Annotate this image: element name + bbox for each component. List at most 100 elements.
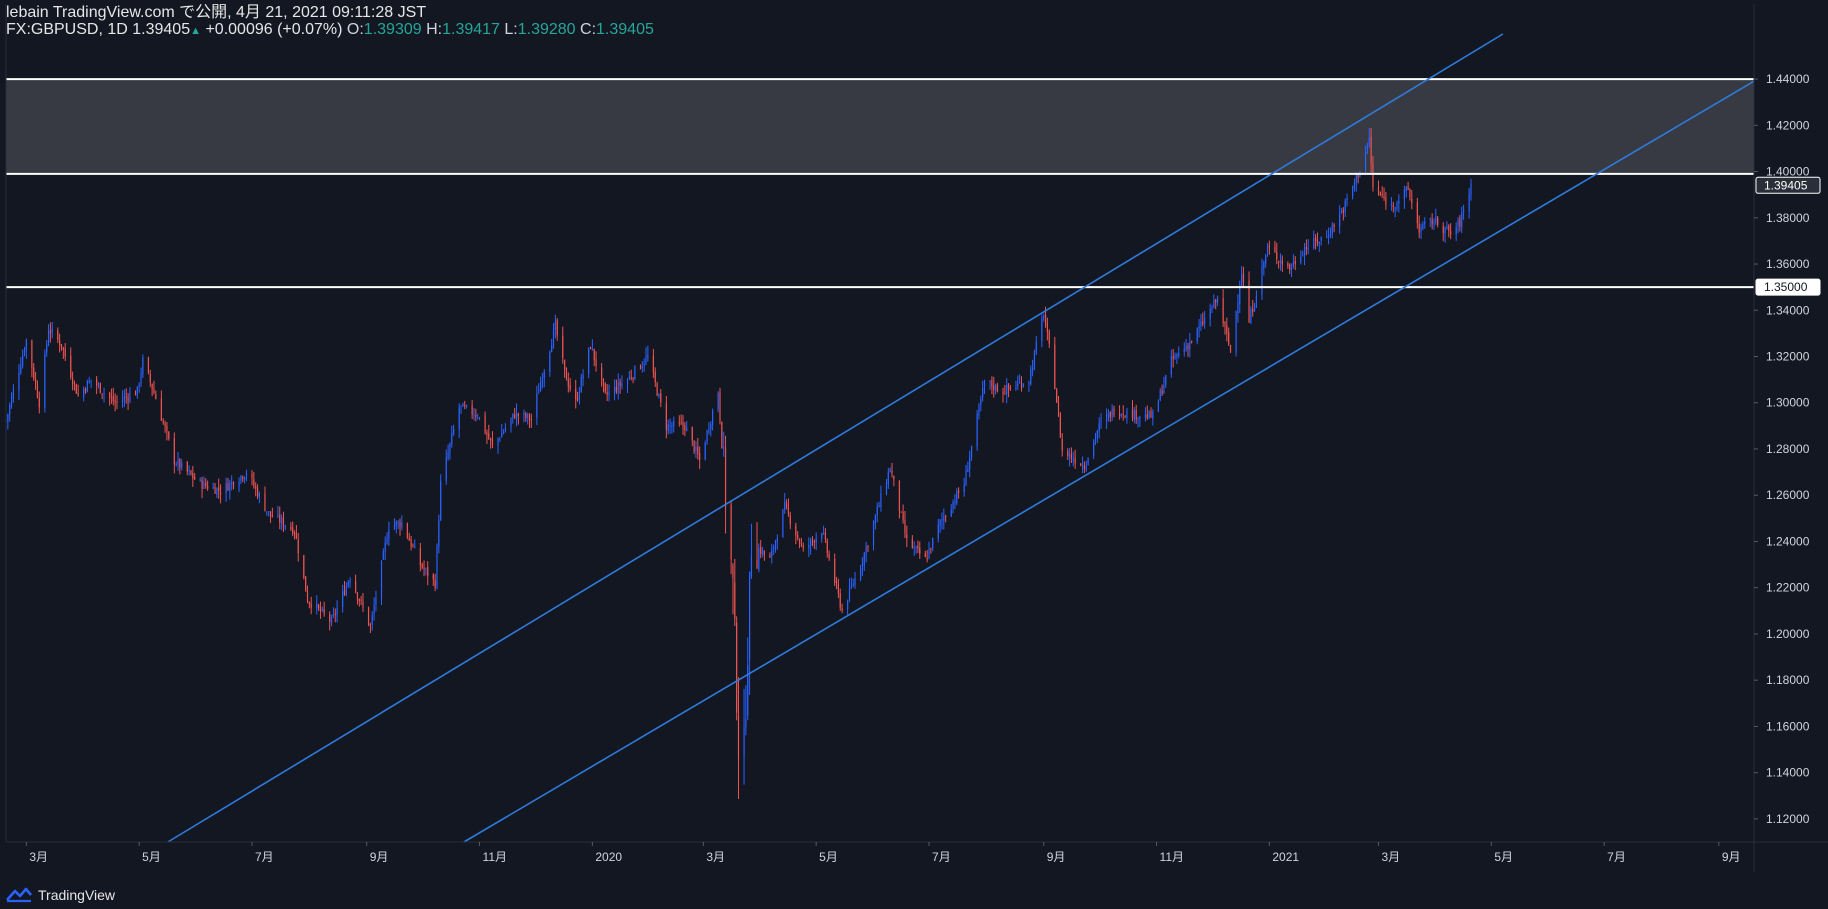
candle [225,477,227,502]
candle-body [142,357,144,375]
candle-body [656,383,658,396]
candle [336,600,338,623]
candle [837,578,839,598]
candle-body [149,373,151,383]
candle [954,494,956,509]
y-tick-label: 1.24000 [1766,534,1810,548]
candle-body [386,539,388,544]
candle-body [658,394,660,397]
candle [641,361,643,373]
candle [671,421,673,434]
candle [1226,317,1228,342]
candle [232,481,235,490]
x-tick-label: 3月 [29,850,48,864]
candle [1131,400,1134,422]
candle [268,511,270,517]
candle-body [451,433,453,444]
candle [1165,374,1167,388]
candle [878,501,880,508]
candle-body [297,539,299,554]
candle-body [77,392,79,396]
candle-body [1096,430,1098,438]
candle [1224,321,1226,335]
candle [1209,303,1211,327]
candle [1276,242,1278,265]
candle-body [1139,416,1141,419]
candle [199,477,201,482]
candle-body [945,516,947,518]
candle [110,388,113,404]
candle-body [231,481,233,484]
candle [1098,417,1100,439]
candle [1144,407,1147,422]
candle-body [153,389,155,394]
candle-body [1263,262,1265,269]
candle [667,419,669,435]
candle-body [915,546,917,548]
candle [1163,376,1165,394]
candle-body [1183,348,1185,353]
candle [1229,344,1232,354]
candle [22,349,24,369]
candle-body [1329,234,1332,236]
candle [305,576,307,592]
candle-body [1085,465,1087,470]
candle [1126,407,1128,424]
candle-body [667,424,669,432]
candle-body [162,421,164,423]
candle-body [192,472,194,479]
candle-body [565,368,568,381]
candle-body [497,438,499,446]
candle-body [34,379,37,384]
candle [151,383,153,397]
candle-body [136,386,138,396]
candle [229,479,231,500]
candle-body [852,584,854,586]
candle-body [1002,391,1004,394]
candle [1435,208,1437,226]
candle-body [355,581,357,592]
candle [432,573,434,586]
candle-body [1403,189,1405,200]
candle [219,484,222,504]
candle [680,414,682,426]
candle-body [606,392,608,395]
candle-body [323,609,325,614]
candle-body [1274,246,1276,253]
candle-body [1383,196,1385,199]
candle-body [626,379,629,386]
candle-body [1019,382,1021,384]
candle-body [1224,321,1226,326]
candle-body [1200,321,1202,326]
candle-body [1109,411,1111,418]
candle [582,369,584,387]
candle [1461,206,1463,234]
candle-body [952,501,954,510]
candle-body [395,521,397,526]
candle-body [1357,175,1359,178]
candle [1083,461,1085,474]
candle-body [1213,299,1215,308]
candle-body [1043,315,1045,318]
candle [108,391,111,406]
candle-body [406,523,408,538]
candle-body [872,521,875,545]
candle-body [358,599,360,602]
candle [602,378,605,393]
candle [475,408,477,422]
candle [343,580,346,596]
candle [865,541,867,563]
candle [617,373,619,400]
candle [1204,311,1206,329]
candle [86,379,88,393]
candle [293,530,296,540]
candle-body [1004,393,1006,395]
candle [453,424,455,436]
price-chart[interactable]: 1.12000 1.14000 1.16000 1.18000 1.20000 1.220… [0,0,1828,909]
candle-body [514,414,516,419]
candle [1255,290,1258,309]
candle-body [99,383,101,393]
candle [349,577,351,588]
candle [699,446,701,470]
candle-body [1409,189,1411,198]
